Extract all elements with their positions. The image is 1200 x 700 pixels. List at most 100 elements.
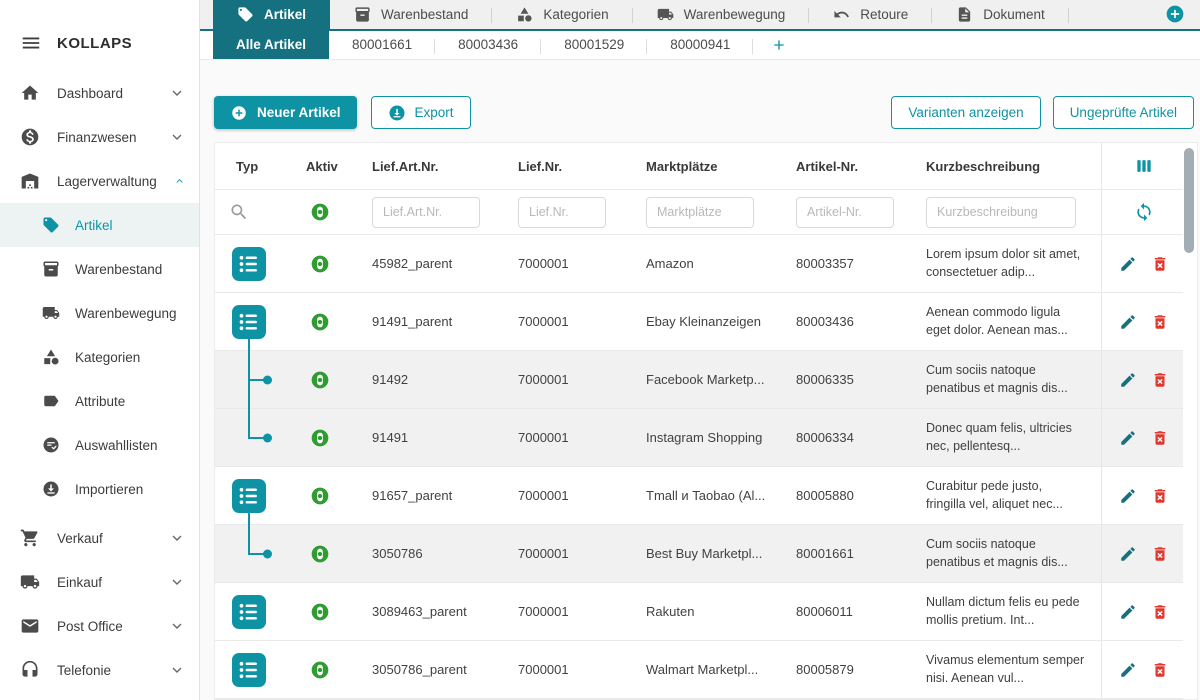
table-row[interactable]: 3089463_parent 7000001 Rakuten 80006011 … xyxy=(215,583,1183,641)
cell-marktplatz: Tmall и Taobao (Al... xyxy=(643,488,793,503)
edit-icon[interactable] xyxy=(1119,487,1137,505)
cell-marktplatz: Instagram Shopping xyxy=(643,430,793,445)
filter-lief-art-nr-input[interactable] xyxy=(372,197,480,228)
table-row[interactable]: 91491 7000001 Instagram Shopping 8000633… xyxy=(215,409,1183,467)
sidebar-item-verkauf[interactable]: Verkauf xyxy=(0,516,199,560)
sidebar-nav: Dashboard Finanzwesen Lagerverwaltung Ar… xyxy=(0,71,199,692)
tag-icon xyxy=(42,216,60,234)
edit-icon[interactable] xyxy=(1119,371,1137,389)
add-module-tab-button[interactable] xyxy=(1165,4,1185,24)
edit-icon[interactable] xyxy=(1119,661,1137,679)
sidebar-item-dashboard[interactable]: Dashboard xyxy=(0,71,199,115)
table-row[interactable]: 91657_parent 7000001 Tmall и Taobao (Al.… xyxy=(215,467,1183,525)
sidebar-item-einkauf[interactable]: Einkauf xyxy=(0,560,199,604)
delete-icon[interactable] xyxy=(1151,661,1169,679)
edit-icon[interactable] xyxy=(1119,255,1137,273)
delete-icon[interactable] xyxy=(1151,255,1169,273)
cell-artikel-nr: 80001661 xyxy=(793,546,923,561)
cell-lief-art-nr: 91491 xyxy=(369,430,515,445)
edit-icon[interactable] xyxy=(1119,313,1137,331)
edit-icon[interactable] xyxy=(1119,429,1137,447)
cell-artikel-nr: 80003357 xyxy=(793,256,923,271)
article-tab-80001529[interactable]: 80001529 xyxy=(541,31,647,59)
app-root: KOLLAPS Dashboard Finanzwesen Lagerverwa… xyxy=(0,0,1200,700)
sidebar-subitem-importieren[interactable]: Importieren xyxy=(0,467,199,511)
article-tab-80001661[interactable]: 80001661 xyxy=(329,31,435,59)
edit-icon[interactable] xyxy=(1119,603,1137,621)
delete-icon[interactable] xyxy=(1151,603,1169,621)
sidebar-subitem-kategorien[interactable]: Kategorien xyxy=(0,335,199,379)
delete-icon[interactable] xyxy=(1151,487,1169,505)
sidebar-subitem-warenbestand[interactable]: Warenbestand xyxy=(0,247,199,291)
parent-article-icon[interactable] xyxy=(232,595,266,629)
show-variants-button[interactable]: Varianten anzeigen xyxy=(891,96,1040,129)
cell-lief-art-nr: 45982_parent xyxy=(369,256,515,271)
tree-connector xyxy=(248,338,250,352)
tab-retoure[interactable]: Retoure xyxy=(809,0,932,29)
delete-icon[interactable] xyxy=(1151,313,1169,331)
filter-kurzbeschreibung-input[interactable] xyxy=(926,197,1076,228)
edit-icon[interactable] xyxy=(1119,545,1137,563)
table-row[interactable]: 91491_parent 7000001 Ebay Kleinanzeigen … xyxy=(215,293,1183,351)
tab-artikel[interactable]: Artikel xyxy=(213,0,330,29)
table-header-row: Typ Aktiv Lief.Art.Nr. Lief.Nr. Marktplä… xyxy=(215,143,1183,190)
delete-icon[interactable] xyxy=(1151,429,1169,447)
new-article-button[interactable]: Neuer Artikel xyxy=(214,96,357,129)
active-status-icon xyxy=(310,312,330,332)
refresh-icon[interactable] xyxy=(1134,202,1154,222)
article-tabbar: Alle Artikel 80001661 80003436 80001529 … xyxy=(200,31,1200,60)
article-tab-80003436[interactable]: 80003436 xyxy=(435,31,541,59)
filter-artikel-nr-input[interactable] xyxy=(796,197,894,228)
unverified-articles-button[interactable]: Ungeprüfte Artikel xyxy=(1053,96,1194,129)
parent-article-icon[interactable] xyxy=(232,247,266,281)
cell-kurzbeschreibung: Cum sociis natoque penatibus et magnis d… xyxy=(923,362,1101,397)
columns-settings-icon[interactable] xyxy=(1134,156,1154,176)
chevron-down-icon xyxy=(169,574,185,590)
menu-icon[interactable] xyxy=(20,32,42,54)
vertical-scrollbar[interactable] xyxy=(1183,146,1195,696)
column-header-lief-nr: Lief.Nr. xyxy=(515,159,643,174)
table-row[interactable]: 45982_parent 7000001 Amazon 80003357 Lor… xyxy=(215,235,1183,293)
tab-dokument[interactable]: Dokument xyxy=(932,0,1069,29)
parent-article-icon[interactable] xyxy=(232,479,266,513)
sidebar-item-post-office[interactable]: Post Office xyxy=(0,604,199,648)
parent-article-icon[interactable] xyxy=(232,305,266,339)
tab-warenbestand[interactable]: Warenbestand xyxy=(330,0,492,29)
table-row[interactable]: 91492 7000001 Facebook Marketp... 800063… xyxy=(215,351,1183,409)
cell-artikel-nr: 80006334 xyxy=(793,430,923,445)
sidebar-subitem-attribute[interactable]: Attribute xyxy=(0,379,199,423)
truck-icon xyxy=(20,572,40,592)
article-tab-alle-artikel[interactable]: Alle Artikel xyxy=(213,31,329,59)
sidebar-subitem-auswahllisten[interactable]: Auswahllisten xyxy=(0,423,199,467)
scrollbar-thumb[interactable] xyxy=(1184,148,1194,253)
sidebar-item-lagerverwaltung[interactable]: Lagerverwaltung xyxy=(0,159,199,203)
cell-marktplatz: Best Buy Marketpl... xyxy=(643,546,793,561)
filter-marktplaetze-input[interactable] xyxy=(646,197,754,228)
active-filter-toggle-icon[interactable] xyxy=(310,202,330,222)
article-tab-80000941[interactable]: 80000941 xyxy=(647,31,753,59)
tab-kategorien[interactable]: Kategorien xyxy=(492,0,632,29)
add-article-tab-button[interactable] xyxy=(753,31,805,59)
tree-branch xyxy=(248,553,264,555)
sidebar-subitem-artikel[interactable]: Artikel xyxy=(0,203,199,247)
sidebar-item-finanzwesen[interactable]: Finanzwesen xyxy=(0,115,199,159)
content: Neuer Artikel Export Varianten anzeigen … xyxy=(200,60,1200,700)
sidebar-item-telefonie[interactable]: Telefonie xyxy=(0,648,199,692)
cell-artikel-nr: 80006011 xyxy=(793,604,923,619)
export-button[interactable]: Export xyxy=(371,96,471,129)
delete-icon[interactable] xyxy=(1151,371,1169,389)
column-header-typ: Typ xyxy=(215,159,297,174)
articles-table: Typ Aktiv Lief.Art.Nr. Lief.Nr. Marktplä… xyxy=(214,142,1198,700)
delete-icon[interactable] xyxy=(1151,545,1169,563)
sidebar-subitem-warenbewegung[interactable]: Warenbewegung xyxy=(0,291,199,335)
chevron-up-icon xyxy=(174,173,185,189)
truck-icon xyxy=(657,6,674,23)
sidebar: KOLLAPS Dashboard Finanzwesen Lagerverwa… xyxy=(0,0,200,700)
filter-lief-nr-input[interactable] xyxy=(518,197,606,228)
cell-marktplatz: Rakuten xyxy=(643,604,793,619)
tab-warenbewegung[interactable]: Warenbewegung xyxy=(633,0,810,29)
table-row[interactable]: 3050786_parent 7000001 Walmart Marketpl.… xyxy=(215,641,1183,699)
cell-lief-nr: 7000001 xyxy=(515,546,643,561)
parent-article-icon[interactable] xyxy=(232,653,266,687)
table-row[interactable]: 3050786 7000001 Best Buy Marketpl... 800… xyxy=(215,525,1183,583)
